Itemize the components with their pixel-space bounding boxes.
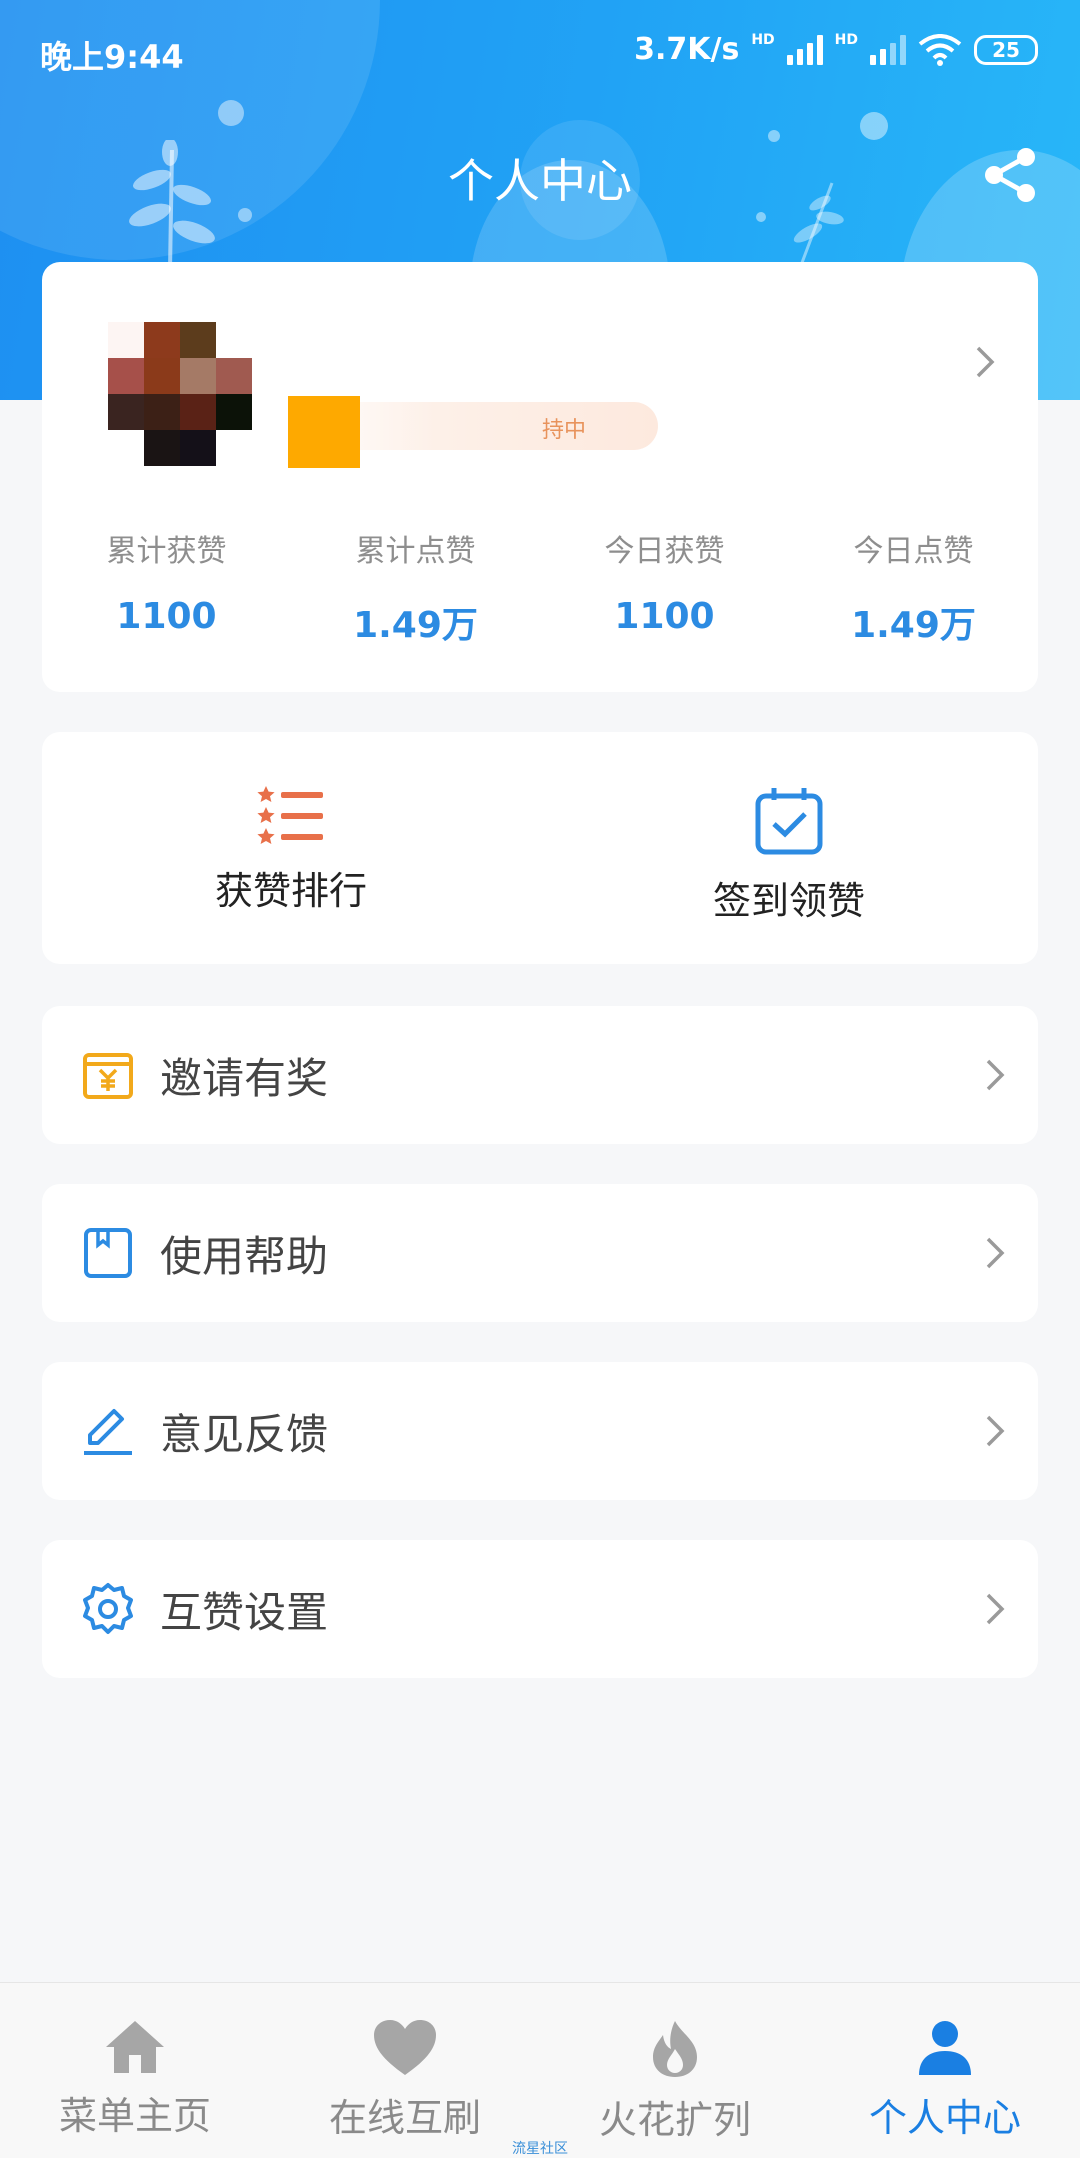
menu-label: 意见反馈 [160, 1409, 329, 1459]
wifi-icon [918, 33, 962, 66]
stat-today-given: 今日点赞 1.49万 [789, 524, 1038, 684]
chevron-right-icon [986, 1237, 1005, 1269]
tab-home[interactable]: 菜单主页 [0, 1983, 270, 2158]
vip-badge-icon [288, 396, 360, 468]
quick-actions-card: 获赞排行 签到领赞 [42, 732, 1038, 964]
heart-icon [374, 2020, 436, 2075]
avatar[interactable] [108, 322, 252, 466]
flame-icon [653, 2021, 697, 2077]
stats-row: 累计获赞 1100 累计点赞 1.49万 今日获赞 1100 今日点赞 1.49… [42, 524, 1038, 684]
network-type-2: HD [834, 32, 858, 48]
signal-icon [786, 34, 823, 65]
menu-label: 使用帮助 [160, 1231, 329, 1281]
bottom-nav: 菜单主页 在线互刷 火花扩列 个人中心 流星社区 [0, 1982, 1080, 2158]
stat-value: 1.49万 [851, 605, 976, 646]
stat-label: 累计获赞 [106, 534, 227, 569]
stat-value: 1.49万 [353, 605, 478, 646]
chevron-right-icon [986, 1415, 1005, 1447]
menu-label: 邀请有奖 [160, 1053, 329, 1103]
ranking-button[interactable]: 获赞排行 [42, 732, 540, 964]
status-time: 晚上9:44 [40, 38, 184, 76]
watermark-text: 流星社区 [512, 2141, 568, 2157]
network-type-1: HD [751, 32, 775, 48]
chevron-right-icon [976, 346, 995, 378]
stat-label: 今日点赞 [853, 534, 974, 569]
stat-total-given: 累计点赞 1.49万 [291, 524, 540, 684]
ranking-label: 获赞排行 [214, 869, 367, 913]
signal-icon [870, 34, 906, 65]
stat-today-received: 今日获赞 1100 [540, 524, 789, 684]
user-icon [919, 2021, 971, 2075]
menu-item-invite[interactable]: 邀请有奖 [42, 1006, 1038, 1144]
menu-item-settings[interactable]: 互赞设置 [42, 1540, 1038, 1678]
vip-status-text: 持中 [542, 418, 587, 443]
menu-label: 互赞设置 [160, 1587, 329, 1637]
chevron-right-icon [986, 1593, 1005, 1625]
ranking-list-icon [257, 786, 323, 844]
calendar-check-icon [755, 788, 823, 855]
tab-spark[interactable]: 火花扩列 [540, 1983, 810, 2158]
share-icon [985, 148, 1035, 202]
personal-center-page: 晚上9:44 3.7K/s HD HD 25 个人中心 持中 累计获赞 1100… [0, 0, 1080, 2158]
stat-value: 1100 [116, 596, 217, 637]
chevron-right-icon [986, 1059, 1005, 1091]
stat-total-received: 累计获赞 1100 [42, 524, 291, 684]
tab-label: 火花扩列 [598, 2098, 751, 2142]
home-icon [106, 2021, 164, 2073]
page-title: 个人中心 [448, 154, 632, 208]
profile-card[interactable]: 持中 累计获赞 1100 累计点赞 1.49万 今日获赞 1100 今日点赞 1… [42, 262, 1038, 692]
battery-icon: 25 [974, 34, 1038, 65]
help-book-icon [84, 1228, 132, 1278]
status-bar: 晚上9:44 3.7K/s HD HD 25 [0, 0, 1080, 100]
settings-gear-icon [83, 1583, 133, 1634]
invite-reward-icon [83, 1053, 133, 1099]
tab-label: 菜单主页 [58, 2094, 211, 2138]
tab-label: 个人中心 [868, 2096, 1021, 2140]
tab-label: 在线互刷 [328, 2096, 481, 2140]
tab-profile[interactable]: 个人中心 [810, 1983, 1080, 2158]
checkin-button[interactable]: 签到领赞 [540, 732, 1038, 964]
stat-value: 1100 [614, 596, 715, 637]
network-speed: 3.7K/s [634, 32, 740, 67]
tab-online[interactable]: 在线互刷 [270, 1983, 540, 2158]
checkin-label: 签到领赞 [712, 879, 865, 923]
menu-item-help[interactable]: 使用帮助 [42, 1184, 1038, 1322]
stat-label: 今日获赞 [604, 534, 725, 569]
menu-item-feedback[interactable]: 意见反馈 [42, 1362, 1038, 1500]
share-button[interactable] [980, 145, 1040, 205]
stat-label: 累计点赞 [355, 534, 476, 569]
feedback-edit-icon [84, 1409, 132, 1455]
